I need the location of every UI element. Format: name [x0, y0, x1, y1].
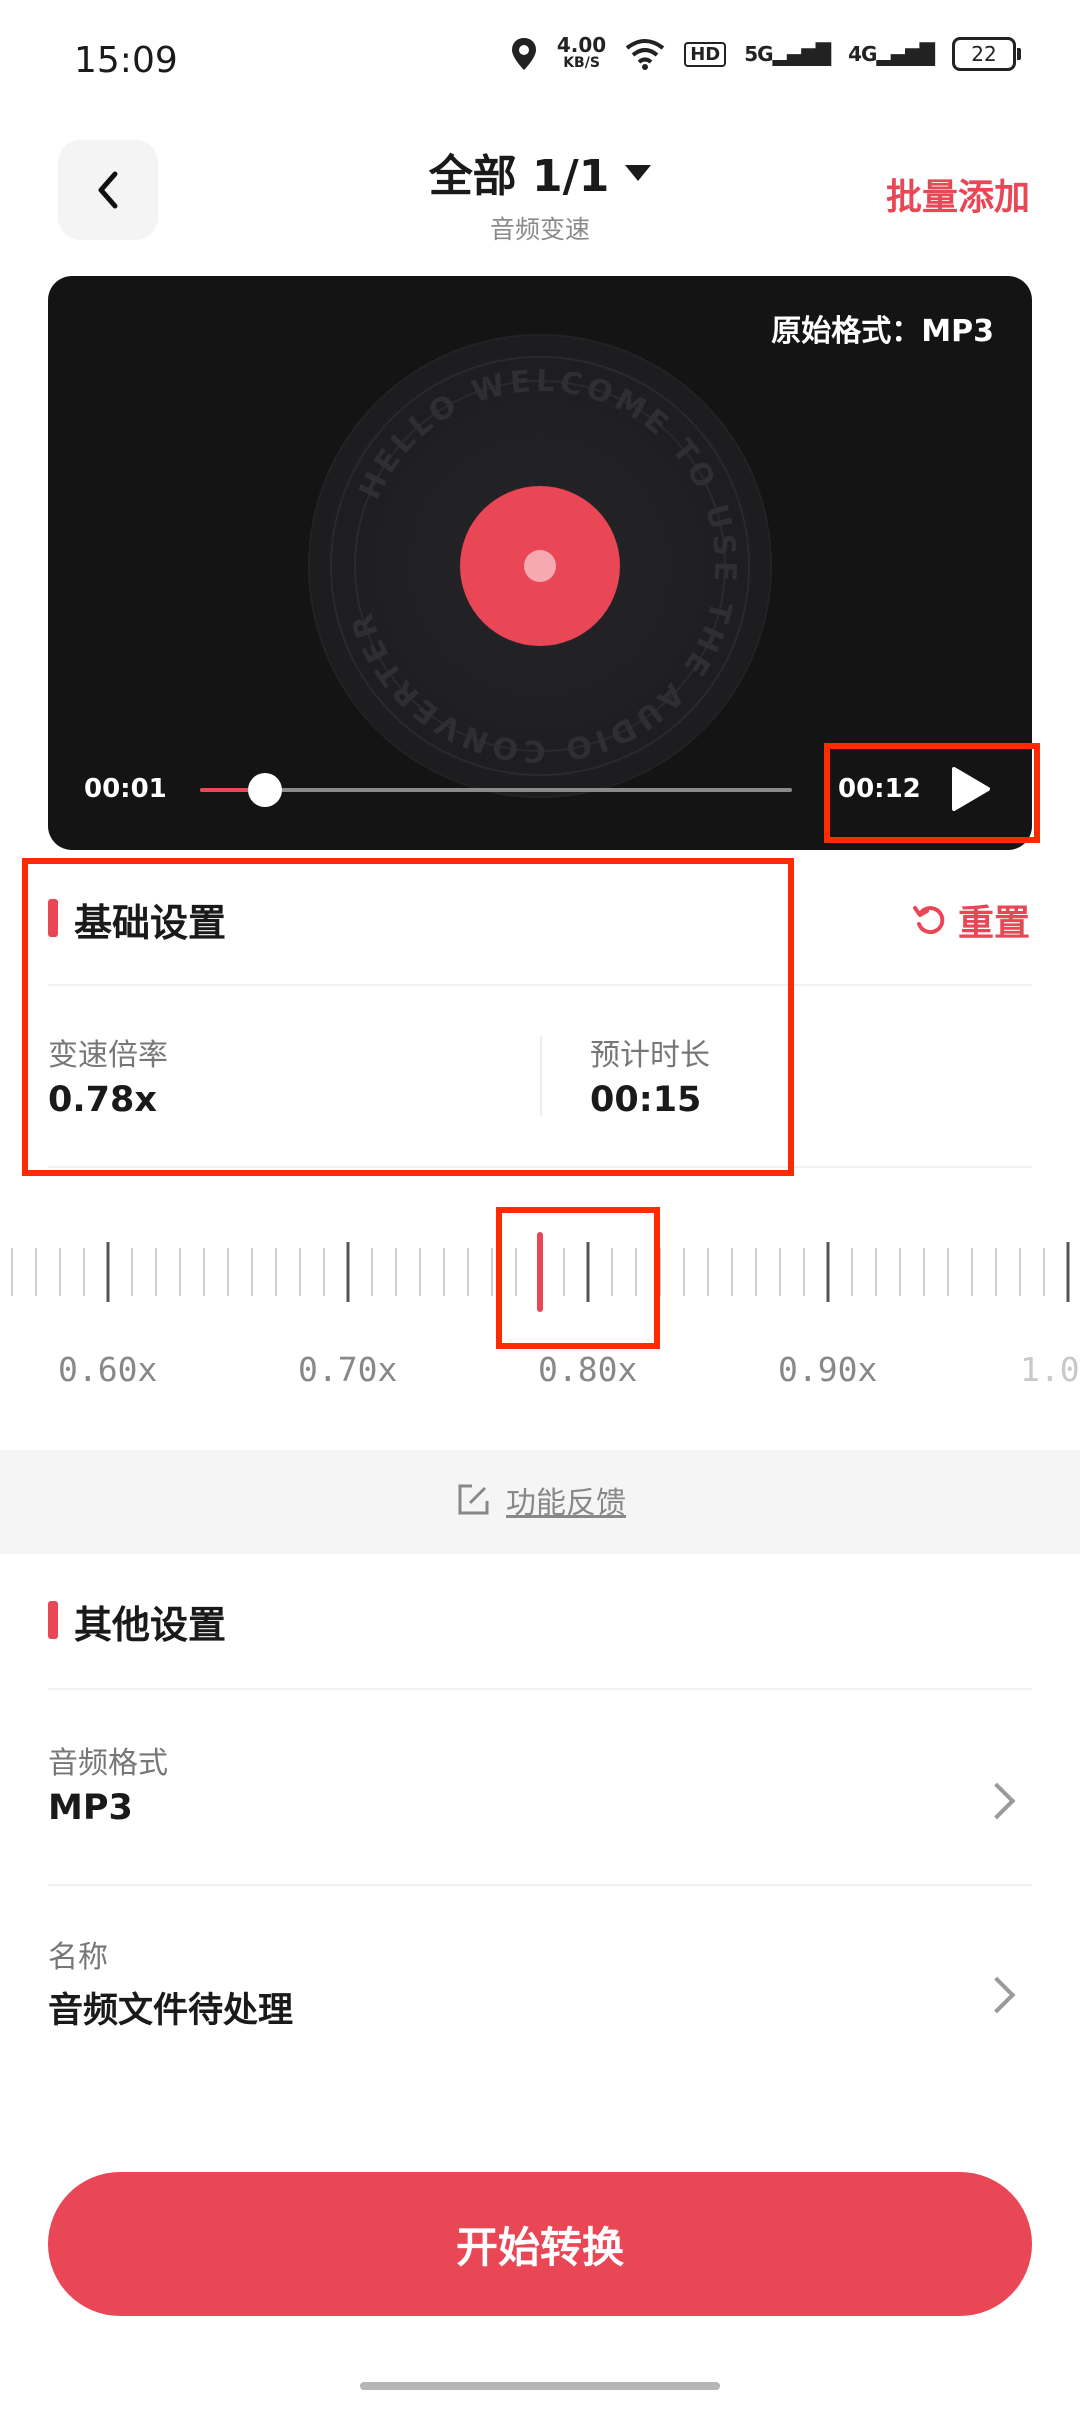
hd-icon: HD [684, 41, 727, 67]
audio-format-row[interactable]: 音频格式 MP3 [48, 1690, 1032, 1880]
signal-4g-icon: 4G▂▄▆█ [848, 42, 935, 66]
section-marker [48, 1601, 58, 1639]
net-speed: 4.00 KB/S [556, 33, 607, 72]
start-convert-button[interactable]: 开始转换 [48, 2172, 1032, 2316]
ruler-label: 0.60x [58, 1350, 158, 1389]
net-speed-value: 4.00 [556, 33, 607, 57]
feedback-link[interactable]: 功能反馈 [0, 1478, 1080, 1522]
status-icons: 4.00 KB/S HD 5G▂▄▆█ 4G▂▄▆█ 22 [509, 33, 1021, 72]
audio-format-value: MP3 [48, 1788, 133, 1828]
edit-icon [458, 1484, 489, 1515]
wifi-icon [626, 39, 665, 70]
current-time: 00:01 [84, 774, 167, 804]
ruler-label: 0.80x [538, 1350, 638, 1389]
status-time: 15:09 [74, 40, 178, 81]
progress-thumb[interactable] [248, 773, 283, 807]
net-speed-unit: KB/S [563, 55, 600, 71]
home-indicator [360, 2382, 720, 2390]
disc-hole [524, 550, 556, 582]
reset-button[interactable]: 重置 [912, 894, 1030, 946]
disc-label [460, 486, 620, 646]
reset-label: 重置 [957, 903, 1030, 944]
ruler-label: 0.90x [778, 1350, 878, 1389]
location-icon [511, 38, 536, 70]
annotation-box [22, 858, 794, 1176]
page-title: 全部 1/1 [428, 151, 610, 202]
audio-format-label: 音频格式 [48, 1746, 168, 1781]
reset-icon [912, 906, 945, 935]
original-format-label: 原始格式：MP3 [771, 314, 994, 349]
battery-icon: 22 [952, 37, 1021, 71]
file-name-value: 音频文件待处理 [48, 1991, 294, 2031]
vinyl-disc: HELLO WELCOME TO USE THE AUDIO CONVERTER [310, 336, 770, 796]
signal-5g-icon: 5G▂▄▆█ [744, 42, 831, 66]
other-settings-title: 其他设置 [74, 1603, 227, 1647]
batch-add-button[interactable]: 批量添加 [886, 168, 1030, 220]
chevron-right-icon [978, 1782, 1016, 1820]
ruler-label: 1.0 [1020, 1350, 1080, 1389]
ruler-label: 0.70x [298, 1350, 398, 1389]
caret-down-icon [625, 165, 652, 181]
progress-slider[interactable] [200, 773, 792, 807]
annotation-box [496, 1207, 660, 1349]
chevron-right-icon [978, 1976, 1016, 2014]
file-name-row[interactable]: 名称 音频文件待处理 [48, 1886, 1032, 2076]
file-name-label: 名称 [48, 1940, 108, 1975]
feedback-label: 功能反馈 [506, 1486, 626, 1521]
annotation-box [824, 743, 1040, 843]
